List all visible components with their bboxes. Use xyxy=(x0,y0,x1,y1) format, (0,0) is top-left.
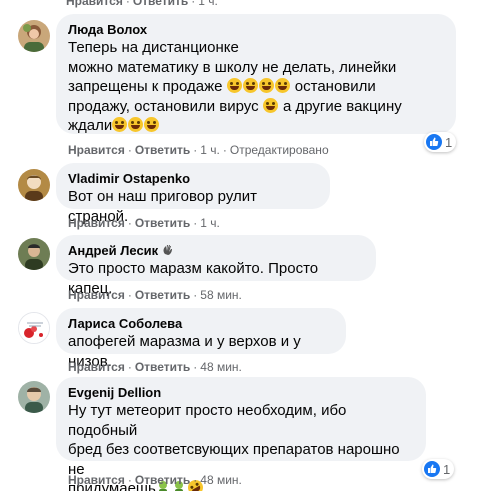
edited-label: Отредактировано xyxy=(229,143,329,157)
reply-link[interactable]: Ответить xyxy=(135,360,190,374)
comment-time[interactable]: 48 мин. xyxy=(200,473,242,487)
comment-time[interactable]: 48 мин. xyxy=(200,360,242,374)
comment-bubble: Vladimir Ostapenko Вот он наш приговор р… xyxy=(56,163,330,225)
comment-author[interactable]: Люда Волох xyxy=(68,22,444,38)
grinning-emoji-icon xyxy=(258,78,274,93)
like-link[interactable]: Нравится xyxy=(68,216,125,230)
avatar[interactable] xyxy=(18,169,50,201)
like-link[interactable]: Нравится xyxy=(68,143,125,157)
grinning-emoji-icon xyxy=(144,117,160,132)
comment-actions: Нравится · Ответить · 1 ч. · Отредактировано xyxy=(68,143,329,157)
avatar[interactable] xyxy=(18,238,50,270)
comment-actions: Нравится · Ответить · 1 ч. xyxy=(68,216,220,230)
like-link[interactable]: Нравится xyxy=(68,288,125,302)
waving-hand-icon xyxy=(163,245,172,255)
like-link[interactable]: Нравится xyxy=(68,360,125,374)
grinning-emoji-icon xyxy=(112,117,128,132)
reply-link[interactable]: Ответить xyxy=(135,473,190,487)
like-link[interactable]: Нравится xyxy=(66,0,123,8)
grinning-emoji-icon xyxy=(262,97,278,113)
comment-time[interactable]: 1 ч. xyxy=(198,0,218,8)
comment-bubble: Лариса Соболева апофегей маразма и у вер… xyxy=(56,308,346,370)
previous-comment-actions: Нравится · Ответить · 1 ч. xyxy=(66,0,218,8)
comment-author[interactable]: Evgenij Dellion xyxy=(68,385,414,401)
comment-time[interactable]: 1 ч. xyxy=(200,143,220,157)
reply-link[interactable]: Ответить xyxy=(135,143,190,157)
reply-link[interactable]: Ответить xyxy=(135,288,190,302)
grinning-emoji-icon xyxy=(274,78,290,93)
reply-link[interactable]: Ответить xyxy=(135,216,190,230)
grinning-emoji-icon xyxy=(242,78,258,93)
comment-text: Теперь на дистанционке можно математику … xyxy=(68,39,402,134)
like-reaction-icon xyxy=(424,461,440,477)
like-reaction-icon xyxy=(426,134,442,150)
grinning-emoji-icon xyxy=(128,117,144,132)
comment-author[interactable]: Лариса Соболева xyxy=(68,316,334,332)
comment-bubble: Люда Волох Теперь на дистанционке можно … xyxy=(56,14,456,134)
comment-time[interactable]: 58 мин. xyxy=(200,288,242,302)
comment-actions: Нравится · Ответить · 48 мин. xyxy=(68,473,242,487)
comment-actions: Нравится · Ответить · 48 мин. xyxy=(68,360,242,374)
comment-time[interactable]: 1 ч. xyxy=(200,216,220,230)
avatar[interactable] xyxy=(18,312,50,344)
reaction-count[interactable]: 1 xyxy=(424,132,457,152)
comment-actions: Нравится · Ответить · 58 мин. xyxy=(68,288,242,302)
comment-author[interactable]: Vladimir Ostapenko xyxy=(68,171,318,187)
comment-bubble: Андрей Лесик Это просто маразм какойто. … xyxy=(56,235,376,297)
avatar[interactable] xyxy=(18,381,50,413)
comment-author[interactable]: Андрей Лесик xyxy=(68,243,364,259)
avatar[interactable] xyxy=(18,20,50,52)
reaction-count[interactable]: 1 xyxy=(422,459,455,479)
grinning-emoji-icon xyxy=(226,78,242,93)
reply-link[interactable]: Ответить xyxy=(133,0,188,8)
comment-bubble: Evgenij Dellion Ну тут метеорит просто н… xyxy=(56,377,426,491)
like-link[interactable]: Нравится xyxy=(68,473,125,487)
